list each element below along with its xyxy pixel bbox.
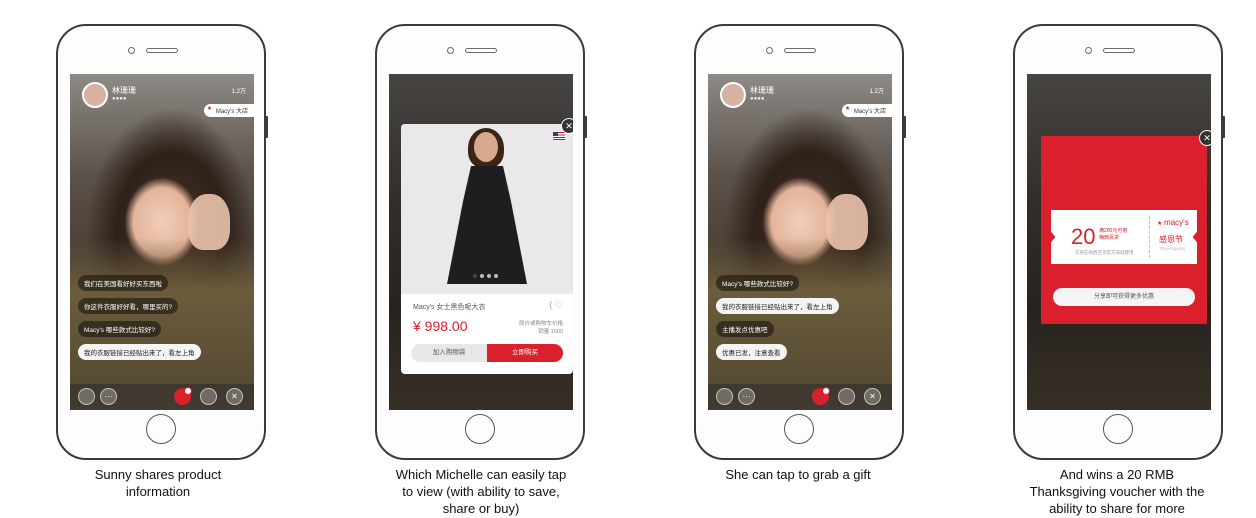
close-icon[interactable]: ✕ — [1199, 130, 1211, 146]
caption-4: And wins a 20 RMB Thanksgiving voucher w… — [1029, 467, 1205, 516]
share-button[interactable]: 分享即可获得更多优惠 — [1053, 288, 1195, 306]
host-subtitle: ●●●● — [750, 96, 765, 102]
power-button — [264, 116, 268, 138]
chat-message: 我的衣服链接已经贴出来了，看左上角 — [78, 344, 201, 360]
chat-message: 我的衣服链接已经贴出来了，看左上角 — [716, 298, 839, 314]
close-icon[interactable]: ✕ — [226, 388, 243, 405]
caption-1: Sunny shares product information — [94, 467, 222, 499]
add-to-bag-button[interactable]: 加入购物袋 — [411, 344, 487, 362]
stream-toolbar: ··· ✕ — [708, 384, 892, 410]
viewer-count: 1.2万 — [231, 89, 246, 95]
phone-frame: 20 满200元可用 梅西百货 仅限在梅西百货官方商城使用 macy's 感恩节… — [1013, 24, 1223, 460]
us-flag-icon — [553, 132, 565, 140]
host-avatar[interactable] — [82, 82, 108, 108]
live-stream-screen: 林珊珊 ●●●● 1.2万 Macy's 大店 我们在美国看好好买东西啦 你这件… — [70, 74, 254, 410]
chat-message: 优惠已发，注意查看 — [716, 344, 787, 360]
phone-2: Macy's 女士黑色呢大衣 ⟨ ♡ ¥ 998.00 原价或购物车价格 销量 … — [375, 24, 587, 460]
comment-icon[interactable] — [78, 388, 95, 405]
host-subtitle: ●●●● — [112, 96, 127, 102]
close-icon[interactable]: ✕ — [864, 388, 881, 405]
front-camera — [447, 47, 454, 54]
stream-toolbar: ··· ✕ — [70, 384, 254, 410]
carousel-dots[interactable] — [473, 274, 498, 278]
gift-icon[interactable] — [200, 388, 217, 405]
more-icon[interactable]: ··· — [100, 388, 117, 405]
host-avatar[interactable] — [720, 82, 746, 108]
home-button[interactable] — [1103, 414, 1133, 444]
product-meta: 原价或购物车价格 销量 1000 — [518, 321, 563, 335]
product-bag-icon[interactable] — [174, 387, 192, 405]
voucher-screen: 20 满200元可用 梅西百货 仅限在梅西百货官方商城使用 macy's 感恩节… — [1027, 74, 1211, 410]
speaker-grille — [784, 48, 816, 53]
more-icon[interactable]: ··· — [738, 388, 755, 405]
product-name: Macy's 女士黑色呢大衣 — [413, 304, 486, 311]
ticket-divider — [1149, 216, 1150, 258]
phone-frame: 林珊珊 ●●●● 1.2万 Macy's 大店 我们在美国看好好买东西啦 你这件… — [56, 24, 266, 460]
live-stream-screen: 林珊珊 ●●●● 1.2万 Macy's 大店 Macy's 哪些款式比较好? … — [708, 74, 892, 410]
caption-3: She can tap to grab a gift — [725, 467, 871, 482]
speaker-grille — [465, 48, 497, 53]
voucher-popup: 20 满200元可用 梅西百货 仅限在梅西百货官方商城使用 macy's 感恩节… — [1041, 136, 1207, 324]
voucher-ticket[interactable]: 20 满200元可用 梅西百货 仅限在梅西百货官方商城使用 macy's 感恩节… — [1051, 210, 1197, 264]
brand-tag[interactable]: Macy's 大店 — [203, 104, 254, 117]
front-camera — [128, 47, 135, 54]
holiday-sub-label: Thanksgiving — [1159, 246, 1186, 251]
front-camera — [1085, 47, 1092, 54]
phone-1: 林珊珊 ●●●● 1.2万 Macy's 大店 我们在美国看好好买东西啦 你这件… — [56, 24, 268, 460]
chat-message: 你这件衣服好好看，哪里买的? — [78, 298, 179, 314]
power-button — [1221, 116, 1225, 138]
host-name: 林珊珊 — [750, 86, 774, 95]
speaker-grille — [1103, 48, 1135, 53]
voucher-note: 仅限在梅西百货官方商城使用 — [1075, 250, 1134, 255]
chat-message: 我们在美国看好好买东西啦 — [78, 275, 168, 291]
brand-tag[interactable]: Macy's 大店 — [841, 104, 892, 117]
purchase-buttons: 加入购物袋 立即购买 — [411, 344, 563, 362]
holiday-label: 感恩节 — [1159, 235, 1183, 244]
product-card: Macy's 女士黑色呢大衣 ⟨ ♡ ¥ 998.00 原价或购物车价格 销量 … — [401, 124, 573, 374]
phone-3: 林珊珊 ●●●● 1.2万 Macy's 大店 Macy's 哪些款式比较好? … — [694, 24, 906, 460]
power-button — [902, 116, 906, 138]
voucher-conditions: 满200元可用 梅西百货 — [1099, 228, 1128, 241]
voucher-amount: 20 — [1071, 224, 1096, 249]
front-camera — [766, 47, 773, 54]
phone-frame: 林珊珊 ●●●● 1.2万 Macy's 大店 Macy's 哪些款式比较好? … — [694, 24, 904, 460]
product-photo[interactable] — [401, 124, 573, 294]
product-price: ¥ 998.00 — [413, 318, 468, 334]
speaker-grille — [146, 48, 178, 53]
chat-message: 主播发点优惠吧 — [716, 321, 774, 337]
close-icon[interactable]: ✕ — [561, 118, 573, 134]
caption-2: Which Michelle can easily tap to view (w… — [395, 467, 567, 516]
phone-frame: Macy's 女士黑色呢大衣 ⟨ ♡ ¥ 998.00 原价或购物车价格 销量 … — [375, 24, 585, 460]
home-button[interactable] — [784, 414, 814, 444]
home-button[interactable] — [146, 414, 176, 444]
gift-box-icon[interactable] — [812, 387, 830, 405]
host-name: 林珊珊 — [112, 86, 136, 95]
power-button — [583, 116, 587, 138]
chat-message: Macy's 哪些款式比较好? — [78, 321, 161, 337]
buy-now-button[interactable]: 立即购买 — [487, 344, 563, 362]
chat-message: Macy's 哪些款式比较好? — [716, 275, 799, 291]
product-popup-screen: Macy's 女士黑色呢大衣 ⟨ ♡ ¥ 998.00 原价或购物车价格 销量 … — [389, 74, 573, 410]
macys-logo: macy's — [1157, 218, 1189, 227]
share-heart-icons[interactable]: ⟨ ♡ — [549, 300, 563, 311]
chat-feed: 我们在美国看好好买东西啦 你这件衣服好好看，哪里买的? Macy's 哪些款式比… — [78, 275, 201, 360]
gift-icon[interactable] — [838, 388, 855, 405]
phone-4: 20 满200元可用 梅西百货 仅限在梅西百货官方商城使用 macy's 感恩节… — [1013, 24, 1225, 460]
home-button[interactable] — [465, 414, 495, 444]
comment-icon[interactable] — [716, 388, 733, 405]
chat-feed: Macy's 哪些款式比较好? 我的衣服链接已经贴出来了，看左上角 主播发点优惠… — [716, 275, 839, 360]
viewer-count: 1.2万 — [869, 89, 884, 95]
